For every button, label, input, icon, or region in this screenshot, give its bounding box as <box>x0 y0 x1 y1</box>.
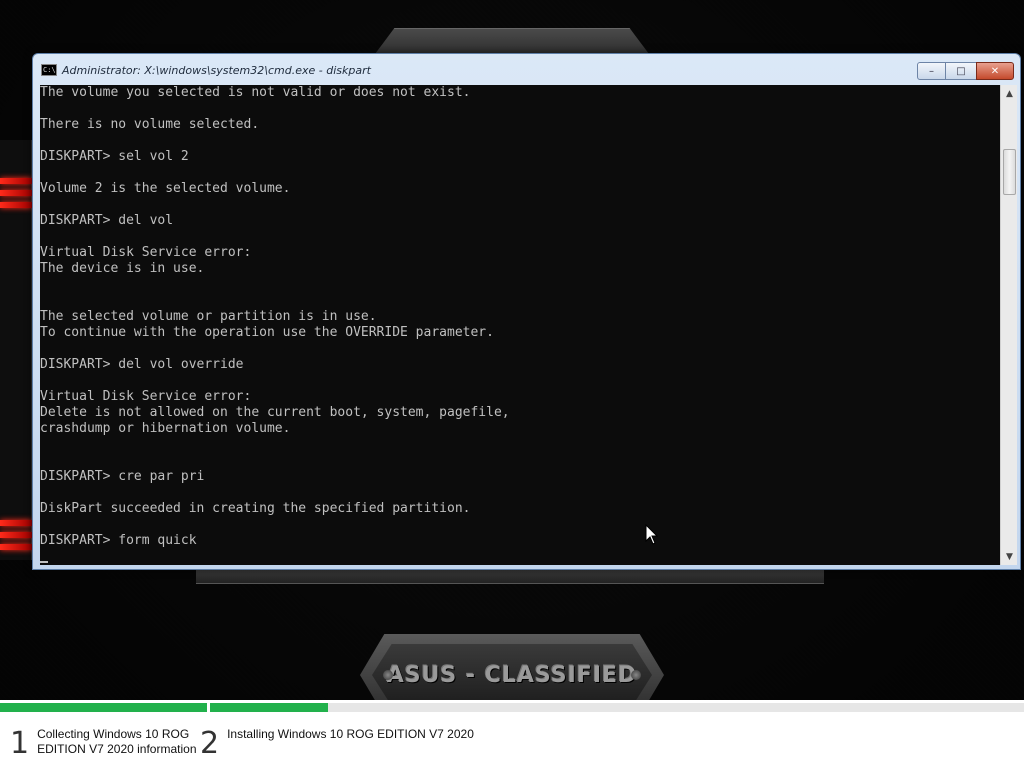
setup-step-1: 1 Collecting Windows 10 ROG EDITION V7 2… <box>10 726 197 762</box>
console-line: There is no volume selected. <box>40 117 260 132</box>
title-bar[interactable]: C:\ Administrator: X:\windows\system32\c… <box>33 54 1020 86</box>
scroll-thumb[interactable] <box>1003 149 1016 195</box>
progress-fill-step1 <box>0 703 207 712</box>
close-button[interactable]: ✕ <box>976 62 1014 80</box>
console-line: Delete is not allowed on the current boo… <box>40 405 510 420</box>
text-cursor <box>40 561 48 563</box>
scroll-up-arrow-icon[interactable]: ▲ <box>1001 85 1018 102</box>
badge-screw-left <box>383 670 393 680</box>
console-line: DiskPart succeeded in creating the speci… <box>40 501 471 516</box>
setup-progress-area: 1 Collecting Windows 10 ROG EDITION V7 2… <box>0 700 1024 768</box>
step-label-line1: Installing Windows 10 ROG EDITION V7 202… <box>227 727 474 741</box>
progress-track-step2 <box>210 703 1024 712</box>
vertical-scrollbar[interactable]: ▲ ▼ <box>1000 85 1017 565</box>
step-label: Collecting Windows 10 ROG EDITION V7 202… <box>37 726 196 757</box>
progress-track-step1 <box>0 703 207 712</box>
console-line: To continue with the operation use the O… <box>40 325 494 340</box>
console-line: DISKPART> del vol override <box>40 357 244 372</box>
console-line: DISKPART> sel vol 2 <box>40 149 189 164</box>
console-line: DISKPART> form quick <box>40 533 197 548</box>
console-line: DISKPART> del vol <box>40 213 174 228</box>
scroll-down-arrow-icon[interactable]: ▼ <box>1001 548 1018 565</box>
console-line: The volume you selected is not valid or … <box>40 85 471 100</box>
window-controls: – □ ✕ <box>917 62 1014 80</box>
cmd-icon[interactable]: C:\ <box>41 64 57 76</box>
console-line: The device is in use. <box>40 261 205 276</box>
step-number: 2 <box>200 726 220 761</box>
console-line: Volume 2 is the selected volume. <box>40 181 291 196</box>
asus-classified-badge: ASUS - CLASSIFIED <box>372 644 652 706</box>
cmd-window[interactable]: C:\ Administrator: X:\windows\system32\c… <box>32 53 1021 570</box>
console-line: Virtual Disk Service error: <box>40 245 252 260</box>
minimize-button[interactable]: – <box>917 62 946 80</box>
background-red-lights-lower <box>0 520 32 556</box>
progress-fill-step2 <box>210 703 329 712</box>
console-line: The selected volume or partition is in u… <box>40 309 377 324</box>
badge-screw-right <box>631 670 641 680</box>
console-line: DISKPART> cre par pri <box>40 469 205 484</box>
console-output[interactable]: The volume you selected is not valid or … <box>40 85 1000 565</box>
background-red-lights-upper <box>0 178 32 214</box>
step-number: 1 <box>10 726 30 761</box>
step-label-line1: Collecting Windows 10 ROG <box>37 727 190 741</box>
step-label: Installing Windows 10 ROG EDITION V7 202… <box>227 726 474 742</box>
console-line: Virtual Disk Service error: <box>40 389 252 404</box>
badge-text: ASUS - CLASSIFIED <box>386 662 638 688</box>
maximize-button[interactable]: □ <box>945 62 977 80</box>
setup-step-2: 2 Installing Windows 10 ROG EDITION V7 2… <box>200 726 474 762</box>
background-bottom-plate <box>196 568 824 584</box>
console-line: crashdump or hibernation volume. <box>40 421 291 436</box>
mouse-pointer-icon <box>645 524 659 545</box>
step-label-line2: EDITION V7 2020 information <box>37 742 197 756</box>
window-title: Administrator: X:\windows\system32\cmd.e… <box>62 63 371 77</box>
